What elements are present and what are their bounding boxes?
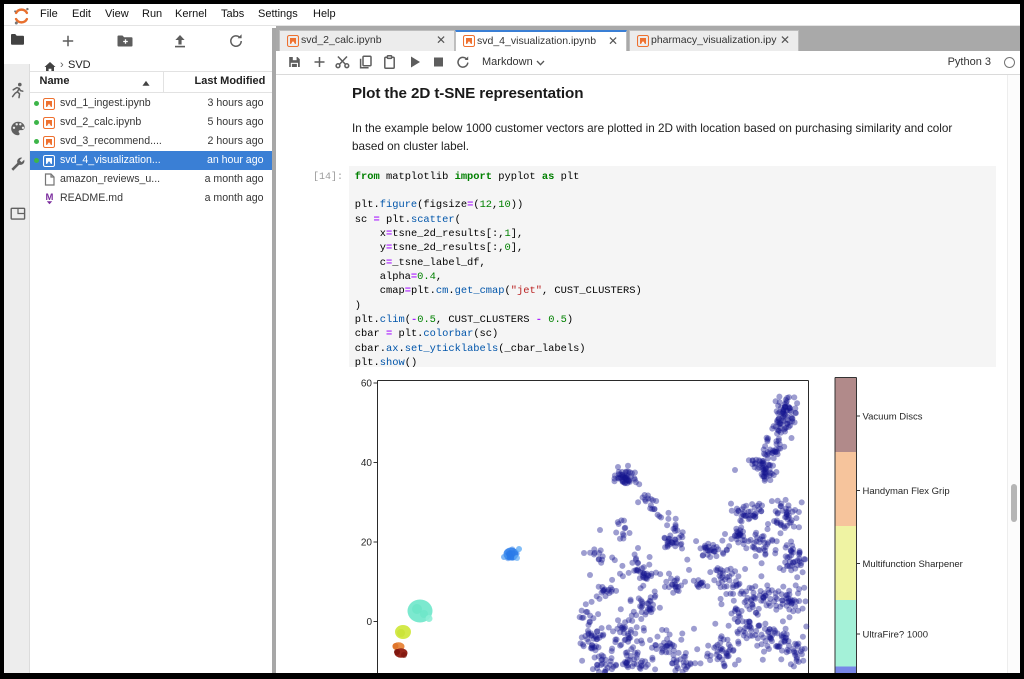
- svg-text:40: 40: [361, 458, 373, 469]
- svg-text:UltraFire? 1000: UltraFire? 1000: [863, 630, 928, 641]
- svg-text:20: 20: [361, 538, 373, 549]
- svg-text:Multifunction Sharpener: Multifunction Sharpener: [863, 559, 963, 570]
- svg-text:Vacuum Discs: Vacuum Discs: [863, 412, 923, 423]
- svg-text:Handyman Flex Grip: Handyman Flex Grip: [863, 486, 950, 497]
- svg-text:60: 60: [361, 379, 373, 390]
- svg-text:0: 0: [366, 617, 372, 628]
